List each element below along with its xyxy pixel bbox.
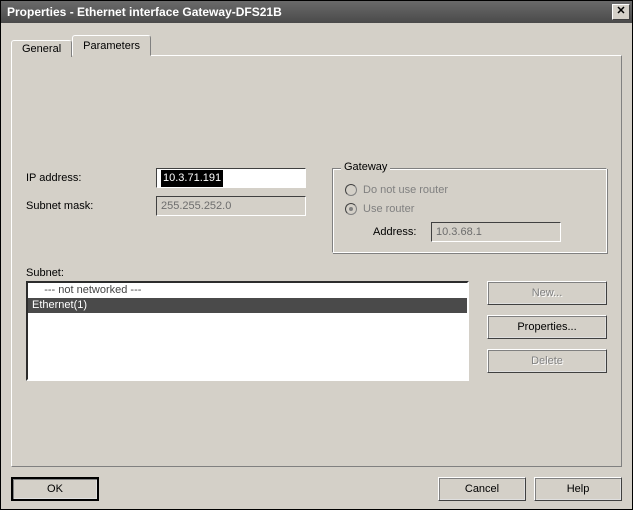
properties-button[interactable]: Properties... (487, 315, 607, 339)
gateway-address-label: Address: (373, 226, 431, 238)
tabstrip: General Parameters (11, 33, 622, 55)
ok-button[interactable]: OK (11, 477, 99, 501)
subnet-listbox[interactable]: --- not networked --- Ethernet(1) (26, 281, 469, 381)
radio-icon (345, 203, 357, 215)
radio-icon (345, 184, 357, 196)
radio-no-router: Do not use router (345, 184, 596, 196)
subnet-mask-label: Subnet mask: (26, 200, 156, 212)
titlebar: Properties - Ethernet interface Gateway-… (1, 1, 632, 23)
tab-parameters[interactable]: Parameters (72, 35, 151, 56)
ip-address-label: IP address: (26, 172, 156, 184)
gateway-address-input (431, 222, 561, 242)
gateway-caption: Gateway (341, 161, 390, 173)
delete-button[interactable]: Delete (487, 349, 607, 373)
gateway-group: Gateway Do not use router Use router Add… (332, 168, 607, 253)
ip-address-input[interactable]: 10.3.71.191 (156, 168, 306, 188)
ip-address-value: 10.3.71.191 (161, 170, 223, 187)
radio-use-router-label: Use router (363, 203, 414, 215)
list-item[interactable]: --- not networked --- (28, 283, 467, 298)
client-area: General Parameters IP address: 10.3.71.1… (1, 23, 632, 509)
tab-panel-parameters: IP address: 10.3.71.191 Subnet mask: Gat… (11, 55, 622, 467)
tab-general[interactable]: General (11, 40, 72, 57)
cancel-button[interactable]: Cancel (438, 477, 526, 501)
new-button[interactable]: New... (487, 281, 607, 305)
subnet-mask-input (156, 196, 306, 216)
list-item[interactable]: Ethernet(1) (28, 298, 467, 313)
radio-no-router-label: Do not use router (363, 184, 448, 196)
help-button[interactable]: Help (534, 477, 622, 501)
dialog-buttons: OK Cancel Help (11, 467, 622, 501)
window-title: Properties - Ethernet interface Gateway-… (7, 5, 612, 19)
radio-use-router: Use router (345, 203, 596, 215)
properties-dialog: Properties - Ethernet interface Gateway-… (0, 0, 633, 510)
close-button[interactable]: ✕ (612, 4, 630, 20)
subnet-label: Subnet: (26, 267, 607, 279)
